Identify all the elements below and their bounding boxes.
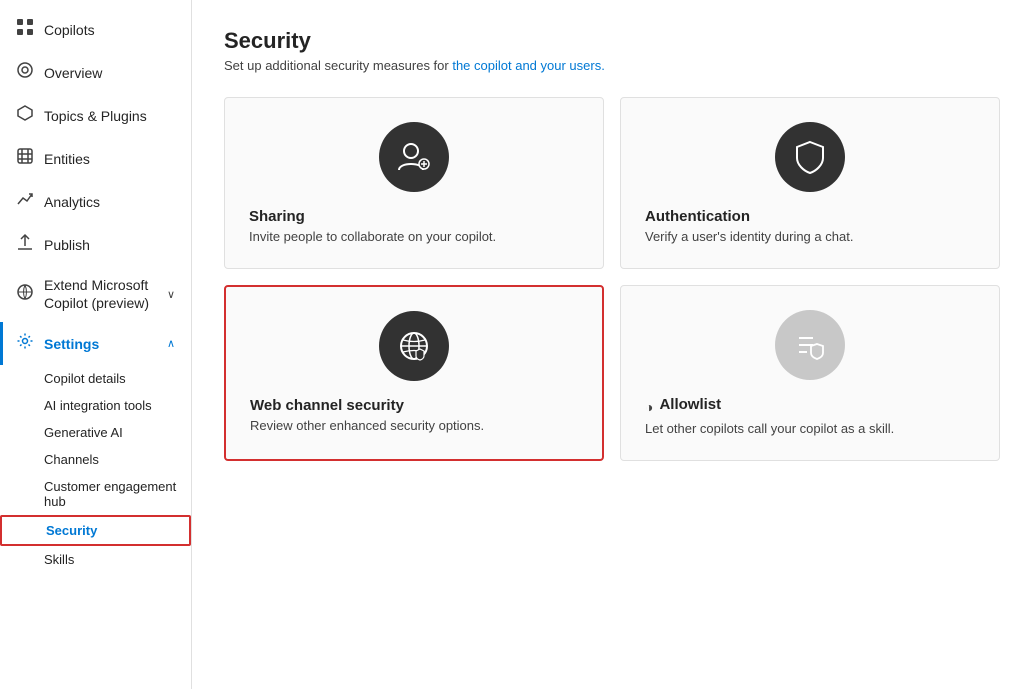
sidebar-sub-ai-integration[interactable]: AI integration tools	[0, 392, 191, 419]
sidebar-sub-copilot-details[interactable]: Copilot details	[0, 365, 191, 392]
sidebar-sub-channels[interactable]: Channels	[0, 446, 191, 473]
sidebar-item-extend[interactable]: Extend Microsoft Copilot (preview) ∨	[0, 266, 191, 322]
authentication-title: Authentication	[645, 208, 750, 225]
settings-chevron: ∧	[167, 337, 175, 350]
sidebar-label-extend: Extend Microsoft Copilot (preview)	[44, 276, 157, 312]
sidebar-sub-customer-engagement[interactable]: Customer engagement hub	[0, 473, 191, 515]
topics-icon	[16, 104, 34, 127]
authentication-desc: Verify a user's identity during a chat.	[645, 229, 853, 244]
extend-icon	[16, 283, 34, 306]
sidebar-label-settings: Settings	[44, 336, 157, 352]
subtitle-link[interactable]: the copilot and your users.	[452, 58, 604, 73]
main-content: Security Set up additional security meas…	[192, 0, 1032, 689]
sidebar-label-topics: Topics & Plugins	[44, 108, 147, 124]
card-sharing[interactable]: Sharing Invite people to collaborate on …	[224, 97, 604, 269]
sharing-desc: Invite people to collaborate on your cop…	[249, 229, 496, 244]
sidebar-item-topics[interactable]: Topics & Plugins	[0, 94, 191, 137]
sidebar-label-overview: Overview	[44, 65, 102, 81]
sidebar-item-analytics[interactable]: Analytics	[0, 180, 191, 223]
sidebar-label-entities: Entities	[44, 151, 90, 167]
sidebar-sub-label-copilot-details: Copilot details	[44, 371, 126, 386]
sidebar-sub-label-ai-integration: AI integration tools	[44, 398, 152, 413]
card-authentication[interactable]: Authentication Verify a user's identity …	[620, 97, 1000, 269]
sidebar-item-overview[interactable]: Overview	[0, 51, 191, 94]
sidebar-sub-skills[interactable]: Skills	[0, 546, 191, 573]
sidebar-sub-label-customer-engagement: Customer engagement hub	[44, 479, 176, 509]
allowlist-title-row: ◑ Allowlist	[645, 396, 721, 417]
settings-icon	[16, 332, 34, 355]
sidebar-item-copilots[interactable]: Copilots	[0, 8, 191, 51]
sidebar-sub-label-security: Security	[46, 523, 97, 538]
copilots-icon	[16, 18, 34, 41]
analytics-icon	[16, 190, 34, 213]
web-channel-desc: Review other enhanced security options.	[250, 418, 484, 433]
cards-grid: Sharing Invite people to collaborate on …	[224, 97, 1000, 461]
card-allowlist[interactable]: ◑ Allowlist Let other copilots call your…	[620, 285, 1000, 461]
sidebar-sub-label-channels: Channels	[44, 452, 99, 467]
sidebar-sub-security[interactable]: Security	[0, 515, 191, 546]
publish-icon	[16, 233, 34, 256]
sidebar-sub-label-skills: Skills	[44, 552, 74, 567]
overview-icon	[16, 61, 34, 84]
sidebar: Copilots Overview Topics & Plugins	[0, 0, 192, 689]
sidebar-label-publish: Publish	[44, 237, 90, 253]
allowlist-desc: Let other copilots call your copilot as …	[645, 421, 894, 436]
web-channel-title: Web channel security	[250, 397, 404, 414]
allowlist-icon-wrap	[775, 310, 845, 380]
card-web-channel-security[interactable]: Web channel security Review other enhanc…	[224, 285, 604, 461]
sidebar-item-entities[interactable]: Entities	[0, 137, 191, 180]
entities-icon	[16, 147, 34, 170]
sidebar-label-analytics: Analytics	[44, 194, 100, 210]
sharing-icon-wrap	[379, 122, 449, 192]
authentication-icon-wrap	[775, 122, 845, 192]
web-channel-security-icon-wrap	[379, 311, 449, 381]
allowlist-title: Allowlist	[659, 396, 721, 413]
page-subtitle: Set up additional security measures for …	[224, 58, 1000, 73]
sidebar-sub-label-generative-ai: Generative AI	[44, 425, 123, 440]
extend-chevron: ∨	[167, 288, 175, 301]
sidebar-label-copilots: Copilots	[44, 22, 95, 38]
sidebar-item-publish[interactable]: Publish	[0, 223, 191, 266]
sidebar-sub-generative-ai[interactable]: Generative AI	[0, 419, 191, 446]
allowlist-prefix-icon: ◑	[645, 399, 653, 415]
sidebar-item-settings[interactable]: Settings ∧	[0, 322, 191, 365]
page-title: Security	[224, 28, 1000, 54]
sharing-title: Sharing	[249, 208, 305, 225]
